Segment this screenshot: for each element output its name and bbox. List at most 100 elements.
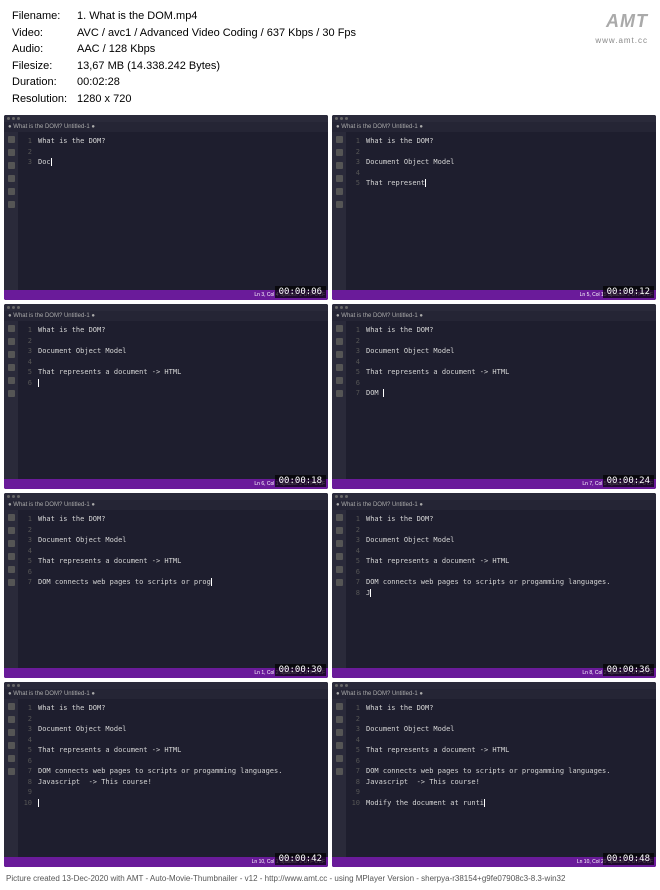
activity-icon [336, 514, 343, 521]
activity-icon [336, 566, 343, 573]
code-editor: 1What is the DOM?23Document Object Model… [18, 321, 328, 479]
line-number: 10 [20, 798, 32, 809]
line-text: Javascript -> This course! [366, 777, 480, 788]
line-number: 3 [20, 346, 32, 357]
filesize-label: Filesize: [12, 58, 77, 75]
line-text [38, 378, 39, 389]
line-number: 2 [20, 147, 32, 158]
activity-bar [332, 510, 346, 668]
text-cursor [211, 578, 212, 586]
code-editor: 1What is the DOM?23Document Object Model… [346, 132, 656, 290]
text-cursor [425, 179, 426, 187]
line-text: Document Object Model [38, 724, 127, 735]
editor-tab: ● What is the DOM? Untitled-1 ● [4, 500, 328, 510]
line-number: 1 [348, 703, 360, 714]
window-control-dot [335, 117, 338, 120]
code-line: 5That represents a document -> HTML [348, 367, 654, 378]
line-number: 3 [20, 157, 32, 168]
code-line: 2 [348, 525, 654, 536]
thumbnail-1: ● What is the DOM? Untitled-1 ● 1What is … [4, 115, 328, 300]
code-line: 1What is the DOM? [348, 703, 654, 714]
line-number: 7 [348, 766, 360, 777]
line-number: 1 [348, 514, 360, 525]
line-number: 5 [348, 178, 360, 189]
line-number: 6 [348, 756, 360, 767]
line-number: 3 [348, 346, 360, 357]
line-text [38, 798, 39, 809]
activity-icon [336, 377, 343, 384]
window-control-dot [7, 306, 10, 309]
editor-tab: ● What is the DOM? Untitled-1 ● [4, 122, 328, 132]
editor-body: 1What is the DOM?23Document Object Model… [332, 510, 656, 668]
code-line: 1What is the DOM? [20, 514, 326, 525]
code-line: 3Document Object Model [348, 346, 654, 357]
line-number: 4 [348, 357, 360, 368]
line-text: DOM connects web pages to scripts or pro… [38, 766, 282, 777]
line-number: 2 [348, 714, 360, 725]
code-line: 6 [20, 378, 326, 389]
editor-body: 1What is the DOM?23Document Object Model… [332, 699, 656, 857]
code-line: 10 [20, 798, 326, 809]
timestamp-overlay: 00:00:18 [275, 475, 326, 487]
code-editor: 1What is the DOM?23Document Object Model… [18, 699, 328, 857]
line-number: 2 [20, 336, 32, 347]
editor-tab: ● What is the DOM? Untitled-1 ● [332, 122, 656, 132]
thumbnail-8: ● What is the DOM? Untitled-1 ●1What is … [332, 682, 656, 867]
code-line: 8Javascript -> This course! [20, 777, 326, 788]
code-line: 5That represents a document -> HTML [20, 556, 326, 567]
activity-icon [336, 149, 343, 156]
line-number: 4 [348, 168, 360, 179]
thumbnail-6: ● What is the DOM? Untitled-1 ●1What is … [332, 493, 656, 678]
code-line: 5That represents a document -> HTML [20, 367, 326, 378]
window-titlebar [4, 493, 328, 500]
code-line: 7 DOM connects web pages to scripts or pr… [348, 766, 654, 777]
code-line: 4 [348, 168, 654, 179]
activity-icon [336, 390, 343, 397]
line-number: 6 [20, 567, 32, 578]
code-editor: 1What is the DOM?23Document Object Model… [346, 510, 656, 668]
line-number: 3 [20, 724, 32, 735]
code-line: 3Document Object Model [348, 724, 654, 735]
window-titlebar [4, 304, 328, 311]
resolution-value: 1280 x 720 [77, 91, 131, 108]
line-number: 4 [348, 546, 360, 557]
line-number: 1 [20, 703, 32, 714]
activity-icon [8, 377, 15, 384]
footer-text: Picture created 13-Dec-2020 with AMT - A… [0, 871, 660, 886]
window-titlebar [332, 493, 656, 500]
window-control-dot [345, 495, 348, 498]
timestamp-overlay: 00:00:24 [603, 475, 654, 487]
window-control-dot [340, 684, 343, 687]
line-text: That represents a document -> HTML [38, 556, 181, 567]
text-cursor [383, 389, 384, 397]
window-control-dot [345, 684, 348, 687]
code-line: 4 [20, 735, 326, 746]
code-line: 1What is the DOM? [20, 325, 326, 336]
filename-label: Filename: [12, 8, 77, 25]
window-titlebar [332, 682, 656, 689]
line-number: 7 [348, 388, 360, 399]
code-line: 2 [20, 147, 326, 158]
code-line: 4 [20, 357, 326, 368]
line-number: 8 [348, 588, 360, 599]
line-number: 2 [348, 336, 360, 347]
line-number: 4 [20, 357, 32, 368]
code-line: 7DOM connects web pages to scripts or pr… [348, 577, 654, 588]
timestamp-overlay: 00:00:42 [275, 853, 326, 865]
window-control-dot [335, 306, 338, 309]
activity-bar [332, 699, 346, 857]
code-line: 6 [348, 756, 654, 767]
activity-bar [4, 699, 18, 857]
line-number: 2 [20, 525, 32, 536]
line-number: 5 [348, 745, 360, 756]
line-text: DOM connects web pages to scripts or pro… [366, 766, 610, 777]
code-line: 4 [348, 546, 654, 557]
line-text: That represent [366, 178, 426, 189]
code-line: 1What is the DOM? [20, 136, 326, 147]
audio-label: Audio: [12, 41, 77, 58]
activity-icon [336, 188, 343, 195]
code-line: 3Document Object Model [348, 157, 654, 168]
text-cursor [38, 379, 39, 387]
line-text: What is the DOM? [366, 136, 433, 147]
editor-tab: ● What is the DOM? Untitled-1 ● [4, 311, 328, 321]
